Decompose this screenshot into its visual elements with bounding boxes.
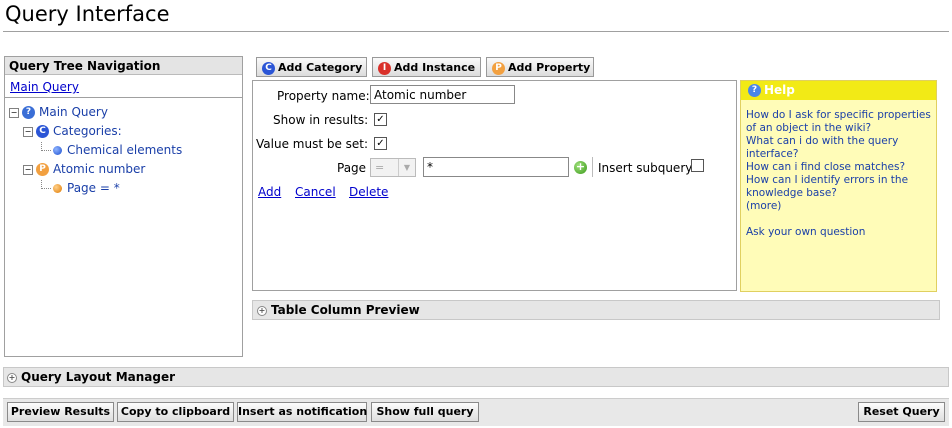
tree-divider [5,97,242,98]
collapse-toggle-icon[interactable]: − [9,107,19,118]
help-link-close-matches[interactable]: How can i find close matches? [746,161,934,174]
help-link-properties[interactable]: How do I ask for specific properties of … [746,109,934,135]
preview-results-button[interactable]: Preview Results [7,402,114,422]
show-full-query-button[interactable]: Show full query [371,402,479,422]
page-label: Page [337,161,367,175]
table-column-preview-bar[interactable]: + Table Column Preview [252,300,940,320]
tree-connector [41,142,51,151]
tree-connector [41,180,51,189]
copy-to-clipboard-button[interactable]: Copy to clipboard [117,402,234,422]
tree-node-label: Chemical elements [67,143,183,157]
expand-icon: + [7,372,17,383]
category-icon: C [36,125,49,138]
value-input[interactable] [423,157,569,177]
tree-node-atomic-number[interactable]: − P Atomic number [23,161,145,177]
chevron-down-icon: ▼ [398,159,415,176]
tree-node-page-restriction[interactable]: Page = * [41,180,120,196]
add-value-icon[interactable]: + [574,161,587,174]
add-category-button[interactable]: C Add Category [256,57,367,77]
reset-query-button[interactable]: Reset Query [858,402,945,422]
property-name-label: Property name: [277,89,370,103]
help-link-errors[interactable]: How can I identify errors in the knowled… [746,174,934,200]
button-label: Add Category [278,61,363,74]
title-divider [3,31,949,32]
question-icon: ? [22,106,35,119]
button-label: Add Instance [394,61,476,74]
section-title: Table Column Preview [271,303,420,317]
ask-question-link[interactable]: Ask your own question [746,226,934,239]
section-title: Query Layout Manager [21,370,176,384]
blue-dot-icon [53,146,62,155]
insert-subquery-label: Insert subquery [598,161,693,175]
help-title: Help [764,83,795,97]
button-label: Add Property [508,61,591,74]
cancel-link[interactable]: Cancel [295,185,336,199]
collapse-toggle-icon[interactable]: − [23,126,33,137]
help-header: ? Help [741,81,936,100]
category-icon: C [262,61,275,75]
show-in-results-label: Show in results: [273,113,369,127]
expand-icon: + [257,305,267,316]
bottom-toolbar: Preview Results Copy to clipboard Insert… [3,398,949,426]
property-icon: P [36,163,49,176]
query-editor: Property name: Show in results: ✓ Value … [252,80,737,291]
collapse-toggle-icon[interactable]: − [23,164,33,175]
tree-node-categories[interactable]: − C Categories: [23,123,122,139]
value-must-be-set-label: Value must be set: [256,137,369,151]
page-title: Query Interface [5,2,170,26]
tree-node-label: Main Query [39,105,108,119]
help-link-query-interface[interactable]: What can i do with the query interface? [746,135,934,161]
separator [592,157,593,177]
help-link-more[interactable]: (more) [746,200,934,213]
property-icon: P [492,61,505,75]
tree-node-label: Page = * [67,181,120,195]
instance-icon: I [378,61,391,75]
query-layout-manager-bar[interactable]: + Query Layout Manager [3,367,949,387]
insert-subquery-checkbox[interactable] [691,159,704,172]
add-instance-button[interactable]: I Add Instance [372,57,481,77]
value-must-be-set-checkbox[interactable]: ✓ [374,137,387,150]
operator-select[interactable]: = ▼ [370,158,416,177]
orange-dot-icon [53,184,62,193]
tree-node-label: Categories: [53,124,122,138]
tree-node-chemical-elements[interactable]: Chemical elements [41,142,182,158]
show-in-results-checkbox[interactable]: ✓ [374,113,387,126]
add-link[interactable]: Add [258,185,281,199]
main-query-link[interactable]: Main Query [10,80,79,94]
property-name-input[interactable] [370,85,515,104]
help-panel: ? Help How do I ask for specific properti… [740,80,937,292]
tree-node-main-query[interactable]: −? Main Query [9,104,108,120]
operator-value: = [375,161,385,174]
query-tree-panel: Query Tree Navigation Main Query −? Main … [4,56,243,357]
tree-node-label: Atomic number [53,162,146,176]
delete-link[interactable]: Delete [349,185,388,199]
help-icon: ? [748,84,761,97]
add-property-button[interactable]: P Add Property [486,57,594,77]
tree-header: Query Tree Navigation [5,57,242,75]
insert-as-notification-button[interactable]: Insert as notification [237,402,367,422]
